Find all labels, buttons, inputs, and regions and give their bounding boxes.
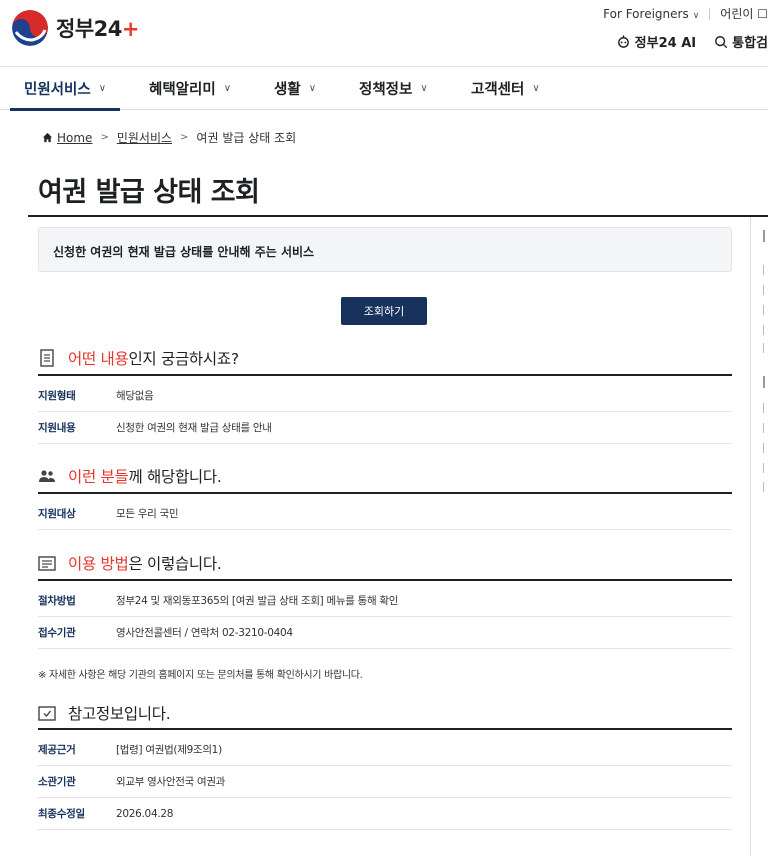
for-foreigners-link[interactable]: For Foreigners ∨ xyxy=(603,7,699,21)
gnb-item-life[interactable]: 생활 ∨ xyxy=(274,67,316,110)
ai-robot-icon xyxy=(617,35,629,48)
sidebar-divider xyxy=(750,217,751,856)
breadcrumb-civil-service-link[interactable]: 민원서비스 xyxy=(117,129,172,146)
sidebar-mark xyxy=(763,285,768,295)
main-navigation: 민원서비스 ∨ 혜택알리미 ∨ 생활 ∨ 정책정보 ∨ 고객센터 ∨ xyxy=(0,66,768,111)
service-summary: 신청한 여권의 현재 발급 상태를 안내해 주는 서비스 xyxy=(38,227,732,272)
breadcrumb-home-link[interactable]: Home xyxy=(57,131,92,145)
chevron-right-icon: > xyxy=(100,132,109,143)
logo-plus-icon: + xyxy=(121,17,140,41)
utility-links: For Foreigners ∨ 어린이 ☐ xyxy=(603,5,768,22)
gnb-item-civil-service[interactable]: 민원서비스 ∨ xyxy=(9,67,121,111)
chevron-down-icon: ∨ xyxy=(420,83,428,94)
sidebar-mark xyxy=(763,482,768,492)
site-logo[interactable]: 정부24+ xyxy=(12,10,139,46)
section-divider xyxy=(38,579,732,581)
sidebar-mark xyxy=(763,403,768,413)
table-row: 접수기관 영사안전콜센터 / 연락처 02-3210-0404 xyxy=(38,617,732,649)
sidebar-mark xyxy=(763,343,768,353)
gnb-item-benefits[interactable]: 혜택알리미 ∨ xyxy=(149,67,231,110)
sidebar-mark xyxy=(763,230,768,242)
gnb-item-customer-center[interactable]: 고객센터 ∨ xyxy=(471,67,540,110)
site-header: 정부24+ For Foreigners ∨ 어린이 ☐ 정부24 AI 통합검 xyxy=(0,0,768,66)
section-divider xyxy=(38,492,732,494)
kids-link[interactable]: 어린이 ☐ xyxy=(720,5,768,22)
chevron-right-icon: > xyxy=(180,132,189,143)
chevron-down-icon: ∨ xyxy=(223,83,232,94)
table-row: 지원내용 신청한 여권의 현재 발급 상태를 안내 xyxy=(38,412,732,444)
chevron-down-icon: ∨ xyxy=(98,83,107,94)
logo-wordmark: 정부24+ xyxy=(56,17,140,41)
section-what-heading: 어떤 내용 인지 궁금하시죠? xyxy=(38,347,732,369)
sidebar-mark xyxy=(763,443,768,453)
divider xyxy=(709,7,711,20)
checkbox-icon xyxy=(38,704,56,722)
title-divider xyxy=(28,215,768,217)
home-icon xyxy=(42,132,53,143)
section-how-heading: 이용 방법 은 이렇습니다. xyxy=(38,552,732,574)
gnb-item-policy[interactable]: 정책정보 ∨ xyxy=(359,67,428,110)
sidebar-mark xyxy=(763,423,768,433)
section-ref-heading: 참고정보입니다. xyxy=(38,702,732,724)
chevron-down-icon: ∨ xyxy=(532,83,540,94)
ai-button[interactable]: 정부24 AI xyxy=(616,32,696,51)
page-title: 여권 발급 상태 조회 xyxy=(38,177,260,208)
info-note: ※ 자세한 사항은 해당 기관의 홈페이지 또는 문의처를 통해 확인하시기 바… xyxy=(38,670,363,681)
table-row: 소관기관 외교부 영사안전국 여권과 xyxy=(38,766,732,798)
list-icon xyxy=(38,554,56,572)
sidebar-mark xyxy=(763,265,768,275)
lookup-button[interactable]: 조회하기 xyxy=(341,297,427,325)
table-row: 최종수정일 2026.04.28 xyxy=(38,798,732,830)
utility-actions: 정부24 AI 통합검 xyxy=(598,32,768,51)
table-row: 지원대상 모든 우리 국민 xyxy=(38,498,732,530)
sidebar-mark xyxy=(763,376,768,388)
sidebar-mark xyxy=(763,463,768,473)
integrated-search-button[interactable]: 통합검 xyxy=(714,32,768,51)
section-divider xyxy=(38,374,732,376)
document-icon xyxy=(38,349,56,367)
taegeuk-logo-icon xyxy=(12,10,48,46)
sidebar-mark xyxy=(763,325,768,335)
search-icon xyxy=(715,35,728,48)
people-icon xyxy=(38,467,56,485)
table-row: 지원형태 해당없음 xyxy=(38,380,732,412)
chevron-down-icon: ∨ xyxy=(692,10,700,21)
sidebar-mark xyxy=(763,305,768,315)
table-row: 제공근거 [법령] 여권법(제9조의1) xyxy=(38,734,732,766)
chevron-down-icon: ∨ xyxy=(308,83,317,94)
section-divider xyxy=(38,728,732,730)
breadcrumb-current: 여권 발급 상태 조회 xyxy=(196,131,297,145)
section-who-heading: 이런 분들 께 해당합니다. xyxy=(38,465,732,487)
breadcrumb: Home > 민원서비스 > 여권 발급 상태 조회 xyxy=(42,129,296,146)
table-row: 절차방법 정부24 및 재외동포365의 [여권 발급 상태 조회] 메뉴를 통… xyxy=(38,585,732,617)
